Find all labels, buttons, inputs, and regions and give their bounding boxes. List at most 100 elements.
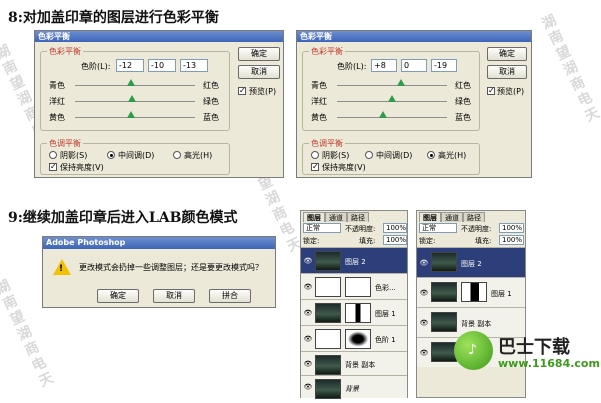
layer-name: 背景 — [345, 385, 359, 393]
slider-thumb[interactable] — [397, 79, 405, 86]
layer-row[interactable]: 👁 背景 — [301, 375, 407, 399]
highlights-radio[interactable] — [173, 151, 181, 159]
merge-button[interactable]: 拼合 — [209, 289, 251, 303]
levels-input-1[interactable]: +8 — [371, 59, 397, 72]
adjustment-icon — [315, 277, 341, 297]
group-label: 色彩平衡 — [309, 46, 345, 57]
midtones-radio[interactable] — [107, 151, 115, 159]
eye-icon[interactable]: 👁 — [303, 384, 313, 391]
fill-input[interactable]: 100% — [383, 235, 407, 245]
adjustment-icon — [315, 329, 341, 349]
layer-name: 色彩... — [375, 284, 396, 292]
layer-mask — [345, 303, 371, 323]
midtones-radio[interactable] — [365, 151, 373, 159]
preview-label: 预览(P) — [249, 87, 277, 96]
shadows-label: 阴影(S) — [60, 151, 88, 160]
highlights-label: 高光(H) — [438, 151, 467, 160]
midtones-label: 中间调(D) — [376, 151, 413, 160]
dialog-title: Adobe Photoshop — [43, 237, 275, 249]
slider-left-label: 黄色 — [311, 113, 327, 122]
slider-thumb[interactable] — [127, 79, 135, 86]
color-balance-dialog-right: 色彩平衡 色彩平衡 色阶(L): +8 0 -19 青色 红色 洋红 绿色 黄色… — [296, 30, 532, 178]
layer-row[interactable]: 👁 图层 2 — [417, 247, 525, 277]
preserve-label: 保持亮度(V) — [60, 163, 104, 172]
ok-button[interactable]: 确定 — [238, 47, 280, 61]
highlights-label: 高光(H) — [184, 151, 213, 160]
slider-left-label: 洋红 — [49, 97, 65, 106]
levels-input-2[interactable]: -10 — [148, 59, 176, 72]
fill-label: 填充: — [359, 237, 376, 245]
site-url[interactable]: www.11684.com — [498, 357, 600, 370]
shadows-label: 阴影(S) — [322, 151, 350, 160]
eye-icon[interactable]: 👁 — [419, 289, 429, 296]
blend-mode-select[interactable]: 正常 — [303, 223, 341, 233]
layer-row[interactable]: 👁 色彩... — [301, 273, 407, 299]
tab-paths[interactable]: 路径 — [463, 212, 485, 222]
eye-icon[interactable]: 👁 — [419, 319, 429, 326]
levels-input-1[interactable]: -12 — [116, 59, 144, 72]
eye-icon[interactable]: 👁 — [303, 309, 313, 316]
color-balance-dialog-left: 色彩平衡 色彩平衡 色阶(L): -12 -10 -13 青色 红色 洋红 绿色… — [34, 30, 284, 178]
preserve-checkbox[interactable]: ✓ — [49, 163, 57, 171]
shadows-radio[interactable] — [49, 151, 57, 159]
cancel-button[interactable]: 取消 — [487, 65, 527, 79]
preview-checkbox[interactable]: ✓ — [487, 87, 495, 95]
eye-icon[interactable]: 👁 — [303, 360, 313, 367]
tab-channels[interactable]: 通道 — [325, 212, 347, 222]
levels-label: 色阶(L): — [337, 62, 367, 71]
layer-row[interactable]: 👁 图层 1 — [301, 299, 407, 325]
group-label: 色调平衡 — [47, 138, 83, 149]
group-label: 色彩平衡 — [47, 46, 83, 57]
layer-row[interactable]: 👁 色阶 1 — [301, 325, 407, 351]
yellow-blue-slider[interactable] — [337, 117, 447, 118]
levels-input-2[interactable]: 0 — [401, 59, 427, 72]
tone-group: 色调平衡 阴影(S) 中间调(D) 高光(H) ✓ 保持亮度(V) — [302, 138, 480, 175]
fill-input[interactable]: 100% — [499, 235, 524, 245]
levels-input-3[interactable]: -19 — [431, 59, 457, 72]
slider-thumb[interactable] — [388, 95, 396, 102]
tab-layers[interactable]: 图层 — [419, 212, 441, 222]
levels-input-3[interactable]: -13 — [180, 59, 208, 72]
layer-name: 图层 1 — [491, 290, 512, 298]
layer-name: 背景 副本 — [461, 320, 492, 328]
opacity-label: 不透明度: — [345, 225, 376, 233]
preserve-checkbox[interactable]: ✓ — [311, 163, 319, 171]
slider-right-label: 蓝色 — [203, 113, 219, 122]
shadows-radio[interactable] — [311, 151, 319, 159]
cancel-button[interactable]: 取消 — [238, 65, 280, 79]
layer-name: 图层 2 — [461, 260, 482, 268]
slider-left-label: 黄色 — [49, 113, 65, 122]
dialog-title: 色彩平衡 — [35, 31, 283, 42]
ok-button[interactable]: 确定 — [487, 47, 527, 61]
tab-channels[interactable]: 通道 — [441, 212, 463, 222]
cyan-red-slider[interactable] — [337, 85, 447, 86]
slider-thumb[interactable] — [379, 111, 387, 118]
slider-left-label: 青色 — [311, 81, 327, 90]
opacity-input[interactable]: 100% — [499, 223, 524, 233]
ok-button[interactable]: 确定 — [97, 289, 139, 303]
preview-checkbox[interactable]: ✓ — [238, 87, 246, 95]
eye-icon[interactable]: 👁 — [419, 349, 429, 356]
highlights-radio[interactable] — [427, 151, 435, 159]
layer-mask — [345, 277, 371, 297]
blend-mode-select[interactable]: 正常 — [419, 223, 457, 233]
logo-glyph: ♪ — [468, 342, 477, 358]
eye-icon[interactable]: 👁 — [419, 259, 429, 266]
eye-icon[interactable]: 👁 — [303, 257, 313, 264]
layer-row[interactable]: 👁 图层 1 — [417, 277, 525, 307]
tab-paths[interactable]: 路径 — [347, 212, 369, 222]
eye-icon[interactable]: 👁 — [303, 335, 313, 342]
eye-icon[interactable]: 👁 — [303, 283, 313, 290]
yellow-blue-slider[interactable] — [75, 117, 195, 118]
layer-name: 背景 副本 — [345, 361, 376, 369]
layer-row[interactable]: 👁 背景 副本 — [301, 351, 407, 375]
layer-thumbnail — [315, 379, 341, 399]
tab-layers[interactable]: 图层 — [303, 212, 325, 222]
slider-thumb[interactable] — [127, 111, 135, 118]
layer-row[interactable]: 👁 图层 2 — [301, 247, 407, 273]
slider-thumb[interactable] — [128, 95, 136, 102]
cyan-red-slider[interactable] — [75, 85, 195, 86]
cancel-button[interactable]: 取消 — [153, 289, 195, 303]
levels-label: 色阶(L): — [81, 62, 111, 71]
opacity-input[interactable]: 100% — [383, 223, 407, 233]
